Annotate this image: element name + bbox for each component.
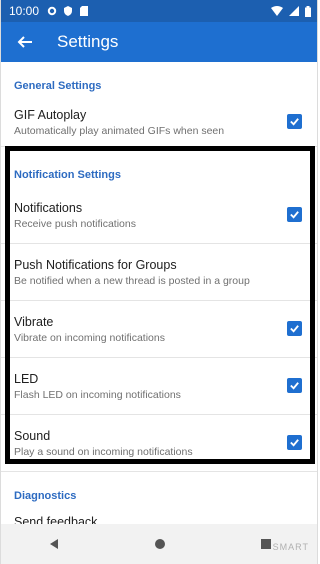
- arrow-left-icon: [17, 36, 32, 48]
- status-time: 10:00: [9, 4, 40, 18]
- setting-notifications[interactable]: Notifications Receive push notifications: [1, 187, 317, 244]
- recents-square-icon: [261, 539, 271, 549]
- setting-sound[interactable]: Sound Play a sound on incoming notificat…: [1, 415, 317, 472]
- watermark-text: SMART: [272, 542, 309, 552]
- section-header-general: General Settings: [14, 80, 102, 92]
- gif-autoplay-checkbox[interactable]: [287, 114, 302, 129]
- phone-screen: 10:00 Settings General Settings GIF Auto…: [0, 0, 318, 564]
- checkmark-icon: [290, 382, 299, 390]
- checkmark-icon: [290, 118, 299, 126]
- setting-summary: Flash LED on incoming notifications: [14, 388, 181, 401]
- setting-summary: Vibrate on incoming notifications: [14, 331, 165, 344]
- nav-home-button[interactable]: [145, 529, 175, 559]
- section-header-notification: Notification Settings: [14, 169, 121, 181]
- setting-vibrate[interactable]: Vibrate Vibrate on incoming notification…: [1, 301, 317, 358]
- setting-title: LED: [14, 371, 39, 386]
- notifications-checkbox[interactable]: [287, 207, 302, 222]
- setting-title: Send feedback: [14, 514, 98, 525]
- signal-icon: [289, 6, 299, 16]
- setting-summary: Receive push notifications: [14, 217, 136, 230]
- vibrate-checkbox[interactable]: [287, 321, 302, 336]
- shield-icon: [64, 6, 73, 16]
- setting-push-groups[interactable]: Push Notifications for Groups Be notifie…: [1, 244, 317, 301]
- section-header-diagnostics: Diagnostics: [14, 490, 77, 502]
- battery-icon: [305, 5, 311, 17]
- sd-card-icon: [80, 6, 89, 16]
- setting-summary: Automatically play animated GIFs when se…: [14, 124, 225, 137]
- checkmark-icon: [290, 325, 299, 333]
- setting-title: GIF Autoplay: [14, 107, 87, 122]
- checkmark-icon: [290, 439, 299, 447]
- setting-gif-autoplay[interactable]: GIF Autoplay Automatically play animated…: [1, 98, 317, 147]
- setting-summary: Be notified when a new thread is posted …: [14, 274, 250, 287]
- setting-send-feedback[interactable]: Send feedback: [1, 508, 317, 525]
- navigation-bar: [1, 524, 317, 564]
- page-title: Settings: [57, 32, 119, 51]
- setting-title: Notifications: [14, 200, 83, 215]
- settings-list: General Settings GIF Autoplay Automatica…: [1, 62, 317, 525]
- setting-title: Push Notifications for Groups: [14, 257, 177, 272]
- wifi-icon: [271, 6, 283, 16]
- setting-title: Sound: [14, 428, 51, 443]
- led-checkbox[interactable]: [287, 378, 302, 393]
- settings-icon: [47, 6, 57, 16]
- sound-checkbox[interactable]: [287, 435, 302, 450]
- checkmark-icon: [290, 211, 299, 219]
- back-triangle-icon: [50, 539, 58, 549]
- setting-title: Vibrate: [14, 314, 54, 329]
- nav-back-button[interactable]: [39, 529, 69, 559]
- home-circle-icon: [155, 539, 165, 549]
- back-button[interactable]: [5, 22, 45, 62]
- setting-summary: Play a sound on incoming notifications: [14, 445, 193, 458]
- status-bar: 10:00: [1, 0, 317, 22]
- setting-led[interactable]: LED Flash LED on incoming notifications: [1, 358, 317, 415]
- app-bar: Settings: [1, 22, 317, 62]
